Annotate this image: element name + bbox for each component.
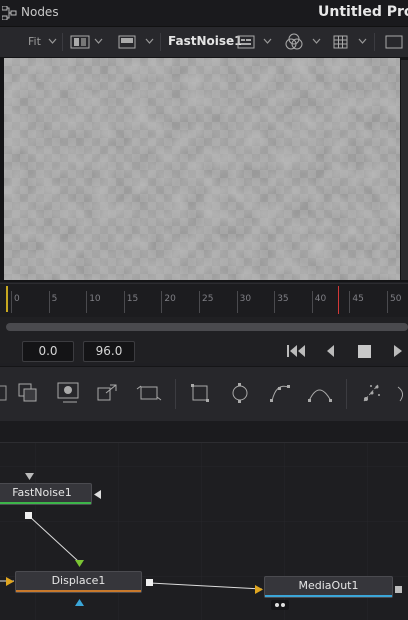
separator [374, 33, 375, 51]
project-title: Untitled Proj [318, 4, 408, 20]
mask-icon[interactable] [57, 382, 81, 404]
playhead[interactable] [338, 286, 339, 314]
timeline-scrollbar[interactable] [6, 323, 408, 331]
title-bar: Nodes Untitled Proj [0, 0, 408, 27]
node-input-arrow[interactable] [6, 577, 14, 586]
ruler-tick-label: 5 [51, 294, 58, 304]
node-mediaout1[interactable]: MediaOut1 [264, 576, 393, 598]
viewer-node-name: FastNoise1 [168, 34, 243, 48]
ruler-tick-label: 25 [202, 294, 214, 304]
viewer[interactable] [0, 58, 408, 282]
resize-icon[interactable] [136, 383, 162, 403]
node-flow[interactable]: FastNoise1 Displace1 MediaOut1 [0, 443, 408, 620]
nodes-icon[interactable] [2, 6, 17, 20]
node-fastnoise1[interactable]: FastNoise1 [0, 483, 92, 505]
ruler-tick [48, 291, 50, 313]
node-output-port[interactable] [25, 512, 32, 519]
layout-icon[interactable] [70, 35, 90, 49]
viewer-scrollbar[interactable] [401, 60, 408, 280]
chevron-down-icon[interactable] [48, 38, 57, 44]
node-displace1[interactable]: Displace1 [15, 571, 142, 593]
ruler-tick-label: 40 [314, 294, 327, 304]
fit-dropdown[interactable]: Fit [28, 35, 41, 48]
node-editor-header [0, 421, 408, 443]
chevron-down-icon[interactable] [263, 38, 272, 44]
node-input-arrow[interactable] [75, 560, 84, 567]
ruler-tick [199, 291, 200, 313]
node-viewer-indicator[interactable] [271, 600, 289, 610]
polygon-icon[interactable] [268, 381, 292, 405]
viewer-lut-icon[interactable] [237, 35, 255, 49]
background-icon[interactable] [0, 384, 8, 402]
ruler-tick [86, 291, 88, 313]
node-label: MediaOut1 [298, 579, 359, 592]
transform-icon[interactable] [97, 384, 119, 402]
grid-icon[interactable] [333, 35, 348, 49]
node-input-arrow[interactable] [25, 473, 34, 480]
first-frame-icon[interactable] [286, 344, 306, 358]
scrub-area [0, 317, 408, 341]
node-color-bar [16, 590, 141, 592]
ruler-tick-label: 15 [126, 294, 139, 304]
chevron-down-icon[interactable] [94, 38, 103, 44]
node-output-port[interactable] [395, 586, 402, 593]
nodes-panel-label[interactable]: Nodes [21, 5, 59, 19]
ruler-tick [349, 291, 351, 313]
ruler-tick [236, 291, 238, 313]
viewer-toolbar: Fit FastNoise1 [0, 27, 408, 58]
play-icon[interactable] [393, 344, 403, 358]
end-time-field[interactable]: 96.0 [83, 341, 135, 362]
chevron-down-icon[interactable] [145, 38, 154, 44]
separator [62, 33, 63, 51]
node-effect-mask-arrow[interactable] [75, 599, 84, 606]
ruler-tick-label: 30 [239, 294, 252, 304]
particle-icon[interactable] [360, 381, 384, 405]
bspline-icon[interactable] [307, 383, 333, 403]
node-mask-arrow[interactable] [94, 490, 101, 499]
separator [346, 379, 347, 409]
viewer-icon[interactable] [118, 35, 136, 49]
rectangle-icon[interactable] [191, 384, 209, 402]
node-color-bar [265, 595, 392, 597]
time-ruler[interactable]: 0 5 10 15 20 25 30 35 40 45 50 [0, 283, 408, 317]
tools-toolbar [0, 366, 408, 422]
ruler-tick-label: 0 [14, 294, 20, 304]
ruler-tick-label: 50 [390, 294, 402, 304]
roi-icon[interactable] [385, 35, 403, 49]
ruler-tick [274, 291, 276, 313]
node-label: Displace1 [51, 574, 106, 587]
stop-icon[interactable] [358, 345, 371, 358]
start-time-field[interactable]: 0.0 [22, 341, 74, 362]
ruler-tick [311, 291, 313, 313]
ruler-tick-label: 10 [89, 294, 101, 304]
ruler-tick [161, 291, 163, 313]
node-output-port[interactable] [146, 579, 153, 586]
ellipse-icon[interactable] [230, 383, 250, 403]
ruler-tick [387, 291, 388, 313]
transport-controls: 0.0 96.0 [0, 341, 408, 363]
node-input-arrow[interactable] [255, 585, 263, 594]
prev-frame-icon[interactable] [325, 344, 335, 358]
node-color-bar [0, 502, 91, 504]
ruler-tick-label: 20 [164, 294, 176, 304]
color-icon[interactable] [285, 33, 303, 51]
ruler-tick-label: 35 [277, 294, 289, 304]
merge-icon[interactable] [18, 383, 38, 403]
ruler-tick-label: 45 [352, 294, 364, 304]
node-label: FastNoise1 [12, 486, 72, 499]
fastnoise-render-image [4, 58, 400, 280]
chevron-down-icon[interactable] [358, 38, 367, 44]
separator [160, 33, 161, 51]
separator [175, 379, 176, 409]
ruler-tick [123, 291, 125, 313]
ruler-tick [11, 291, 12, 313]
render-range-start[interactable] [6, 286, 8, 312]
more-tools-icon[interactable] [396, 383, 408, 403]
chevron-down-icon[interactable] [312, 38, 321, 44]
